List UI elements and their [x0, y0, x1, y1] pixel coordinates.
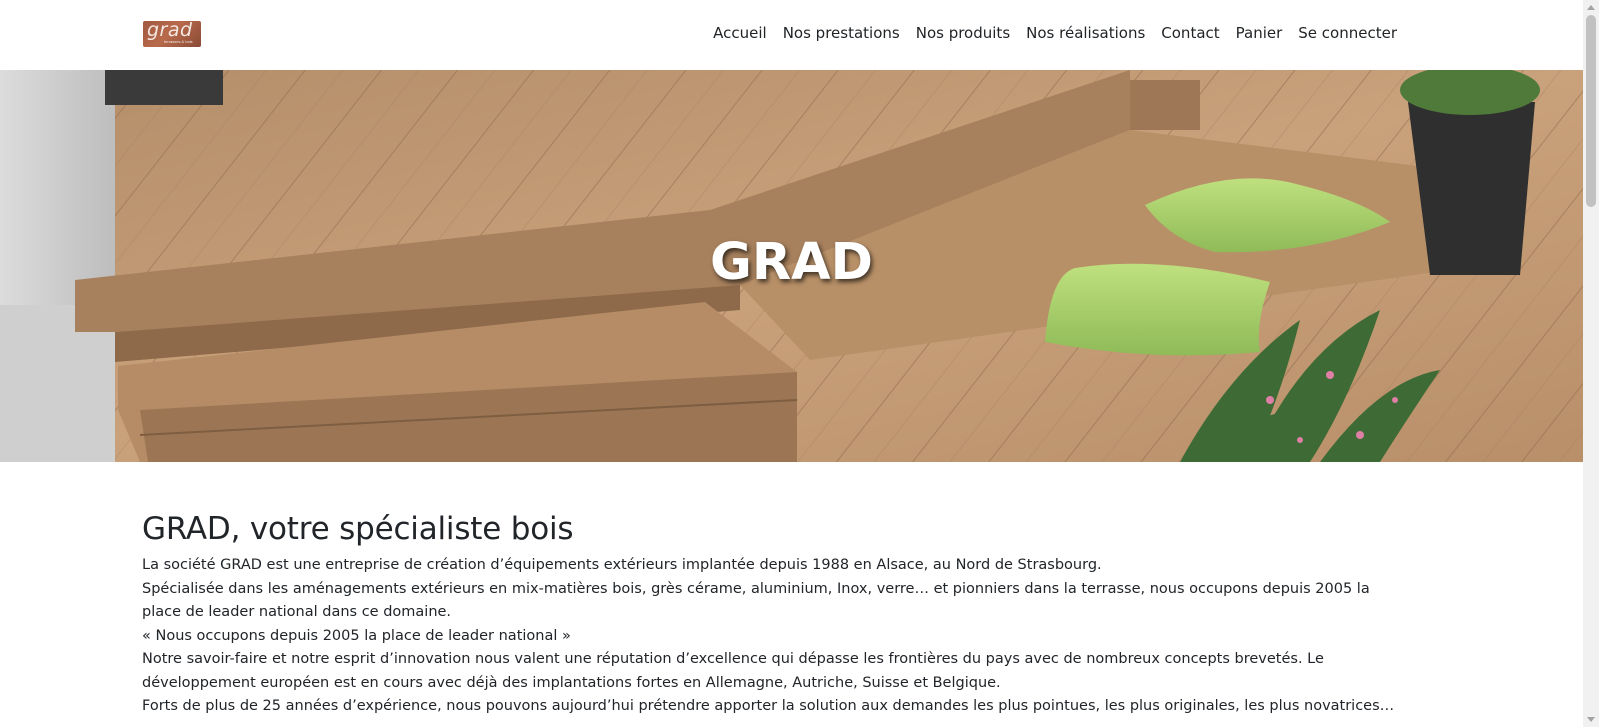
grad-logo[interactable]: grad terrasses & bois [143, 21, 201, 47]
hero-banner: GRAD [0, 70, 1583, 462]
page-heading: GRAD, votre spécialiste bois [142, 511, 574, 547]
page-scrollbar[interactable] [1583, 0, 1599, 727]
intro-paragraph-2: Spécialisée dans les aménagements extéri… [142, 580, 1370, 621]
scroll-thumb[interactable] [1586, 15, 1596, 207]
nav-link-realisations[interactable]: Nos réalisations [1018, 24, 1153, 42]
nav-link-panier[interactable]: Panier [1228, 24, 1291, 42]
quote-paragraph: « Nous occupons depuis 2005 la place de … [142, 627, 571, 644]
top-navbar: grad terrasses & bois Accueil Nos presta… [0, 0, 1583, 70]
nav-link-accueil[interactable]: Accueil [705, 24, 775, 42]
intro-paragraph-4: Forts de plus de 25 années d’expérience,… [142, 698, 1395, 714]
intro-paragraph-3: Notre savoir-faire et notre esprit d’inn… [142, 651, 1324, 691]
main-content: GRAD, votre spécialiste bois La société … [142, 510, 1412, 719]
nav-link-se-connecter[interactable]: Se connecter [1290, 24, 1405, 42]
scroll-down-arrow-icon[interactable] [1587, 717, 1595, 722]
logo-subtext: terrasses & bois [164, 39, 193, 44]
nav-link-contact[interactable]: Contact [1153, 24, 1227, 42]
nav-menu: Accueil Nos prestations Nos produits Nos… [705, 24, 1405, 42]
intro-paragraph-1: La société GRAD est une entreprise de cr… [142, 557, 1102, 573]
hero-title: GRAD [710, 233, 873, 292]
nav-link-produits[interactable]: Nos produits [908, 24, 1018, 42]
nav-link-prestations[interactable]: Nos prestations [775, 24, 908, 42]
logo-text: grad [147, 21, 193, 41]
scroll-up-arrow-icon[interactable] [1587, 5, 1595, 10]
